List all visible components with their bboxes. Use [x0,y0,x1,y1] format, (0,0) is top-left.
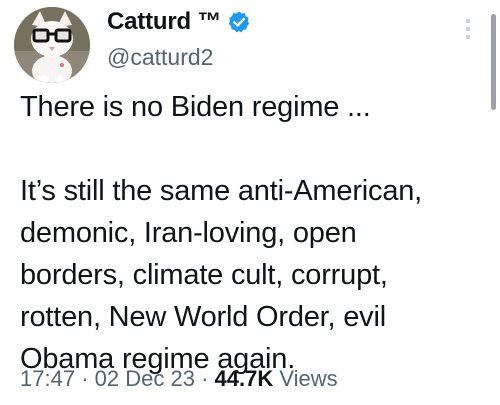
tweet: Catturd ™ @catturd2 There is no Biden re… [0,0,500,405]
scrollbar-thumb[interactable] [491,14,496,110]
tweet-line: demonic, Iran-loving, open [20,217,357,249]
tweet-line: It’s still the same anti-American, [20,175,423,207]
views-count: 44.7K [214,366,274,391]
more-vertical-icon [466,19,470,23]
views-label[interactable]: Views [279,366,337,391]
meta-separator: · [201,366,209,391]
tweet-meta: 17:47 · 02 Dec 23 · 44.7K Views [20,366,338,392]
tweet-line: rotten, New World Order, evil [20,301,386,333]
author-name-row: Catturd ™ [107,8,251,36]
more-dot [466,35,470,39]
tweet-line: There is no Biden regime ... [20,91,371,123]
cat-avatar-icon [14,7,90,83]
avatar[interactable] [14,7,90,83]
tweet-date[interactable]: 02 Dec 23 [95,366,195,391]
author-display-name[interactable]: Catturd ™ [107,8,221,36]
more-options-button[interactable] [458,14,478,44]
tweet-time[interactable]: 17:47 [20,366,75,391]
verified-badge-icon [227,10,251,34]
author-handle[interactable]: @catturd2 [107,44,213,71]
tweet-line: borders, climate cult, corrupt, [20,259,388,291]
meta-separator: · [81,366,89,391]
more-dot [466,27,470,31]
tweet-text: There is no Biden regime ... It’s still … [20,86,490,380]
